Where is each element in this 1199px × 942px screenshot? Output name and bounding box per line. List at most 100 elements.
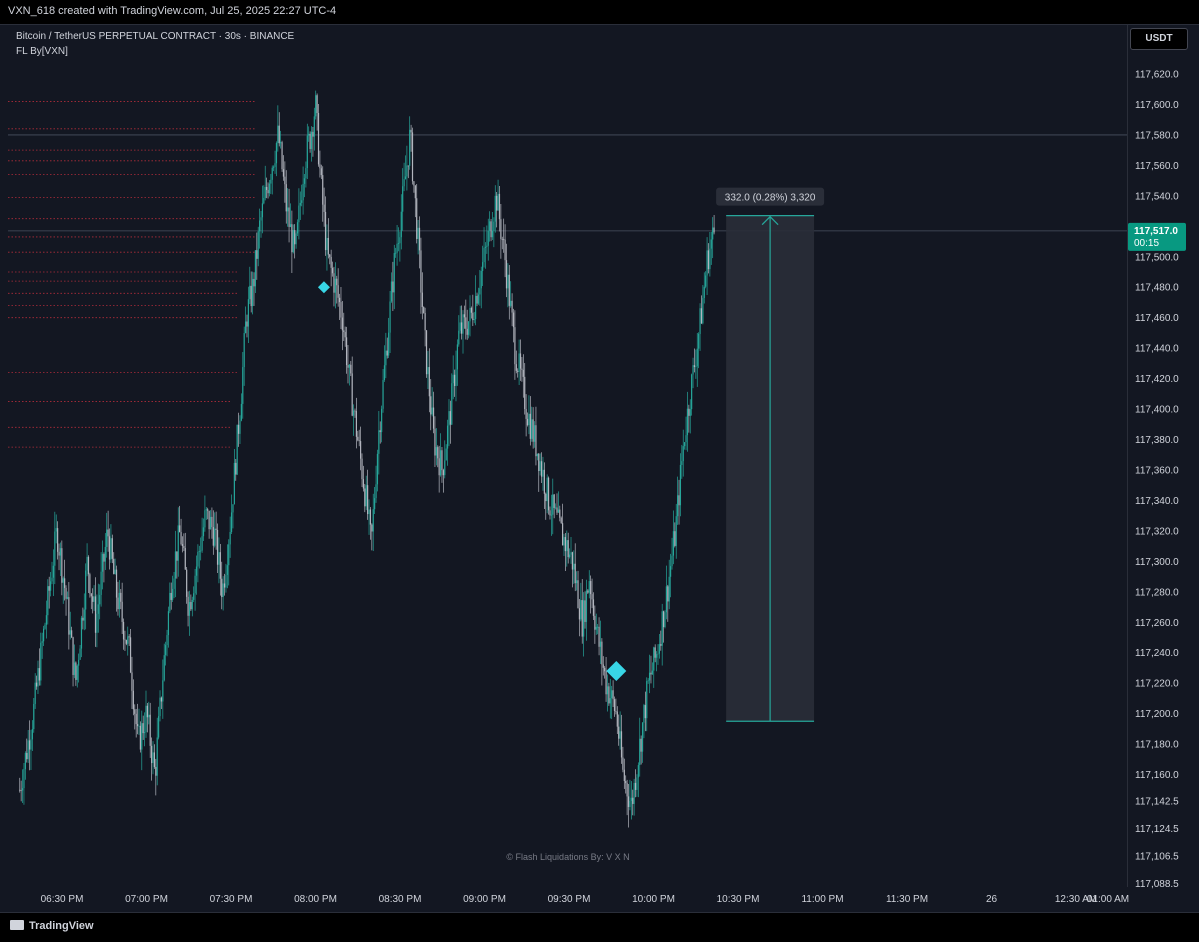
y-tick-label-6: 117,500.0 [1135, 252, 1179, 263]
candle-body-203 [303, 178, 306, 184]
candle-body-393 [570, 552, 572, 555]
y-tick-label-22: 117,180.0 [1135, 740, 1179, 751]
candle-body-152 [232, 504, 234, 513]
candle-body-155 [236, 424, 238, 475]
candle-body-186 [280, 142, 282, 144]
x-tick-label-9: 11:00 PM [801, 894, 843, 905]
candle-body-68 [114, 569, 116, 574]
candle-body-227 [337, 285, 339, 298]
candle-body-442 [639, 738, 641, 766]
candle-body-192 [288, 207, 290, 227]
candle-body-363 [528, 413, 530, 426]
candle-body-206 [308, 133, 310, 136]
candle-body-295 [432, 407, 435, 429]
candle-body-387 [561, 523, 564, 546]
currency-button[interactable]: USDT [1130, 28, 1188, 50]
candle-body-438 [633, 782, 635, 804]
candle-body-414 [599, 641, 602, 647]
candle-body-100 [159, 697, 161, 717]
candle-body-216 [322, 175, 324, 205]
candle-body-430 [622, 757, 624, 770]
candle-body-73 [121, 601, 123, 622]
candle-body-220 [327, 237, 329, 255]
candle-body-324 [473, 319, 475, 321]
candle-body-13 [37, 668, 39, 687]
candle-body-275 [404, 176, 407, 180]
candle-body-366 [532, 419, 534, 442]
candle-body-349 [508, 274, 510, 306]
candle-body-431 [623, 769, 625, 782]
candle-body-215 [320, 168, 322, 176]
candle-body-250 [369, 509, 372, 525]
candle-body-450 [650, 672, 652, 675]
candle-body-158 [240, 403, 242, 421]
candle-body-196 [294, 230, 296, 245]
candle-body-343 [500, 219, 502, 239]
candle-body-189 [284, 176, 286, 185]
candle-body-188 [282, 169, 285, 177]
candle-body-195 [292, 230, 294, 253]
candle-body-0 [19, 789, 21, 791]
candle-body-228 [338, 297, 341, 303]
candle-body-124 [193, 593, 195, 600]
candle-body-305 [446, 425, 449, 449]
candle-body-390 [566, 540, 568, 552]
candle-body-257 [379, 430, 381, 433]
candle-body-107 [169, 592, 171, 612]
indicator-legend[interactable]: FL By[VXN] [16, 46, 68, 57]
candle-body-313 [458, 330, 460, 345]
candle-body-425 [615, 710, 617, 712]
candle-body-282 [414, 185, 416, 199]
candle-body-118 [184, 547, 186, 570]
candle-body-377 [547, 477, 550, 511]
candle-body-458 [661, 611, 663, 646]
candle-body-308 [451, 383, 453, 425]
x-tick-label-0: 06:30 PM [41, 894, 84, 905]
candle-body-306 [448, 411, 450, 426]
candle-body-241 [357, 436, 359, 441]
candle-body-260 [383, 365, 386, 381]
candle-body-242 [358, 440, 360, 442]
candle-body-46 [83, 609, 85, 621]
x-tick-label-3: 08:00 PM [294, 894, 337, 905]
candle-body-357 [519, 353, 522, 369]
candle-body-291 [427, 367, 429, 375]
candle-body-482 [695, 366, 697, 368]
symbol-legend[interactable]: Bitcoin / TetherUS PERPETUAL CONTRACT · … [16, 31, 294, 42]
candle-body-268 [395, 252, 397, 254]
candle-body-320 [468, 321, 470, 335]
candle-body-21 [48, 586, 50, 591]
candle-body-108 [170, 592, 172, 600]
candle-body-373 [542, 469, 544, 477]
candle-body-238 [352, 410, 355, 416]
candle-body-133 [205, 509, 207, 511]
candle-body-233 [345, 337, 348, 366]
candle-body-71 [118, 592, 120, 610]
candle-body-50 [89, 574, 91, 594]
candle-body-379 [550, 514, 552, 516]
candle-body-136 [209, 516, 212, 530]
candle-body-167 [253, 278, 255, 287]
candle-body-272 [400, 211, 402, 238]
candle-body-74 [122, 621, 125, 640]
candle-body-437 [632, 797, 634, 804]
candle-body-172 [260, 217, 262, 221]
candle-body-99 [158, 716, 160, 738]
candle-body-151 [230, 512, 233, 532]
candle-body-14 [38, 668, 40, 681]
candle-body-224 [333, 273, 335, 293]
candle-body-139 [214, 528, 216, 546]
candle-body-229 [340, 302, 342, 318]
candle-body-416 [602, 664, 604, 668]
price-chart[interactable]: 332.0 (0.28%) 3,320 117,620.0 117,600.0 11… [0, 0, 1199, 941]
candle-body-51 [90, 593, 92, 597]
candle-body-429 [620, 731, 623, 758]
candle-body-149 [228, 544, 230, 566]
candle-body-109 [172, 588, 174, 600]
candle-body-278 [409, 129, 411, 166]
tradingview-logo[interactable]: TradingView [10, 920, 94, 932]
candle-body-240 [355, 411, 357, 437]
candle-body-18 [44, 624, 46, 629]
candle-body-265 [390, 281, 393, 302]
candle-body-244 [361, 458, 363, 480]
